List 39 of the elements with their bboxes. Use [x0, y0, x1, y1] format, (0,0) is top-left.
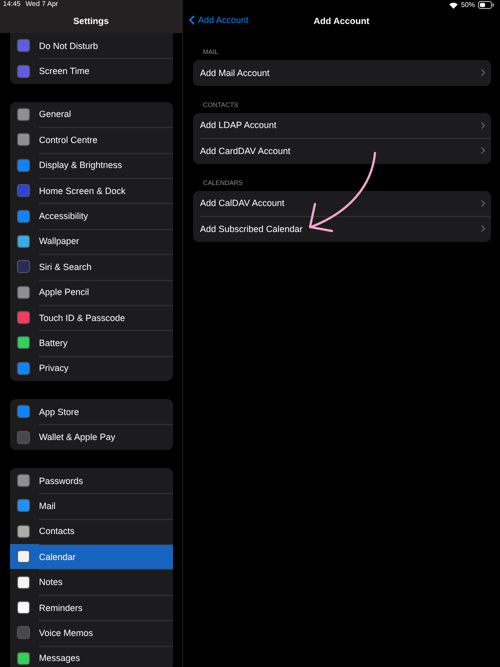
sidebar-item[interactable]: Messages [10, 646, 173, 667]
sidebar-title: Settings [73, 16, 109, 26]
sidebar-item[interactable]: Do Not Disturb [10, 33, 173, 58]
account-option[interactable]: Add LDAP Account [193, 112, 491, 138]
sidebar-item[interactable]: Voice Memos [10, 620, 173, 646]
sidebar-item[interactable]: Display & Brightness [10, 152, 173, 178]
sidebar-item[interactable]: Battery [10, 330, 173, 356]
sidebar-item[interactable]: Passwords [10, 468, 173, 494]
sidebar-item[interactable]: Apple Pencil [10, 280, 173, 305]
chevron-icon [189, 15, 195, 25]
sidebar-item[interactable]: Wallpaper [10, 228, 173, 254]
sidebar-item[interactable]: Control Centre [10, 127, 173, 153]
wifi-icon [448, 2, 458, 8]
account-option[interactable]: Add Subscribed Calendar [193, 216, 491, 242]
account-option[interactable]: Add CalDAV Account [193, 190, 491, 216]
sidebar-item[interactable]: Privacy [10, 356, 173, 382]
chevron-icon [481, 69, 485, 76]
sidebar-item[interactable]: Contacts [10, 518, 173, 544]
sidebar-item[interactable]: Reminders [10, 594, 173, 620]
sidebar-item[interactable]: Notes [10, 569, 173, 595]
account-option[interactable]: Add Mail Account [193, 60, 491, 86]
sidebar-item[interactable]: Calendar [10, 544, 173, 570]
sidebar-item[interactable]: Home Screen & Dock [10, 178, 173, 204]
back-button[interactable]: Add Account [189, 15, 249, 25]
chevron-icon [481, 147, 485, 154]
sidebar-item[interactable]: General [10, 102, 173, 128]
account-option[interactable]: Add CardDAV Account [193, 138, 491, 164]
sidebar-item[interactable]: Wallet & Apple Pay [10, 424, 173, 450]
sidebar-item[interactable]: Mail [10, 493, 173, 519]
page-title: Add Account [314, 16, 370, 26]
sidebar-item[interactable]: Touch ID & Passcode [10, 304, 173, 330]
chevron-icon [481, 225, 485, 232]
chevron-icon [481, 122, 485, 129]
chevron-icon [481, 200, 485, 207]
sidebar-item[interactable]: Screen Time [10, 58, 173, 84]
sidebar-item[interactable]: Siri & Search [10, 254, 173, 280]
battery-icon [478, 1, 494, 9]
sidebar-item[interactable]: App Store [10, 399, 173, 424]
sidebar-item[interactable]: Accessibility [10, 203, 173, 229]
